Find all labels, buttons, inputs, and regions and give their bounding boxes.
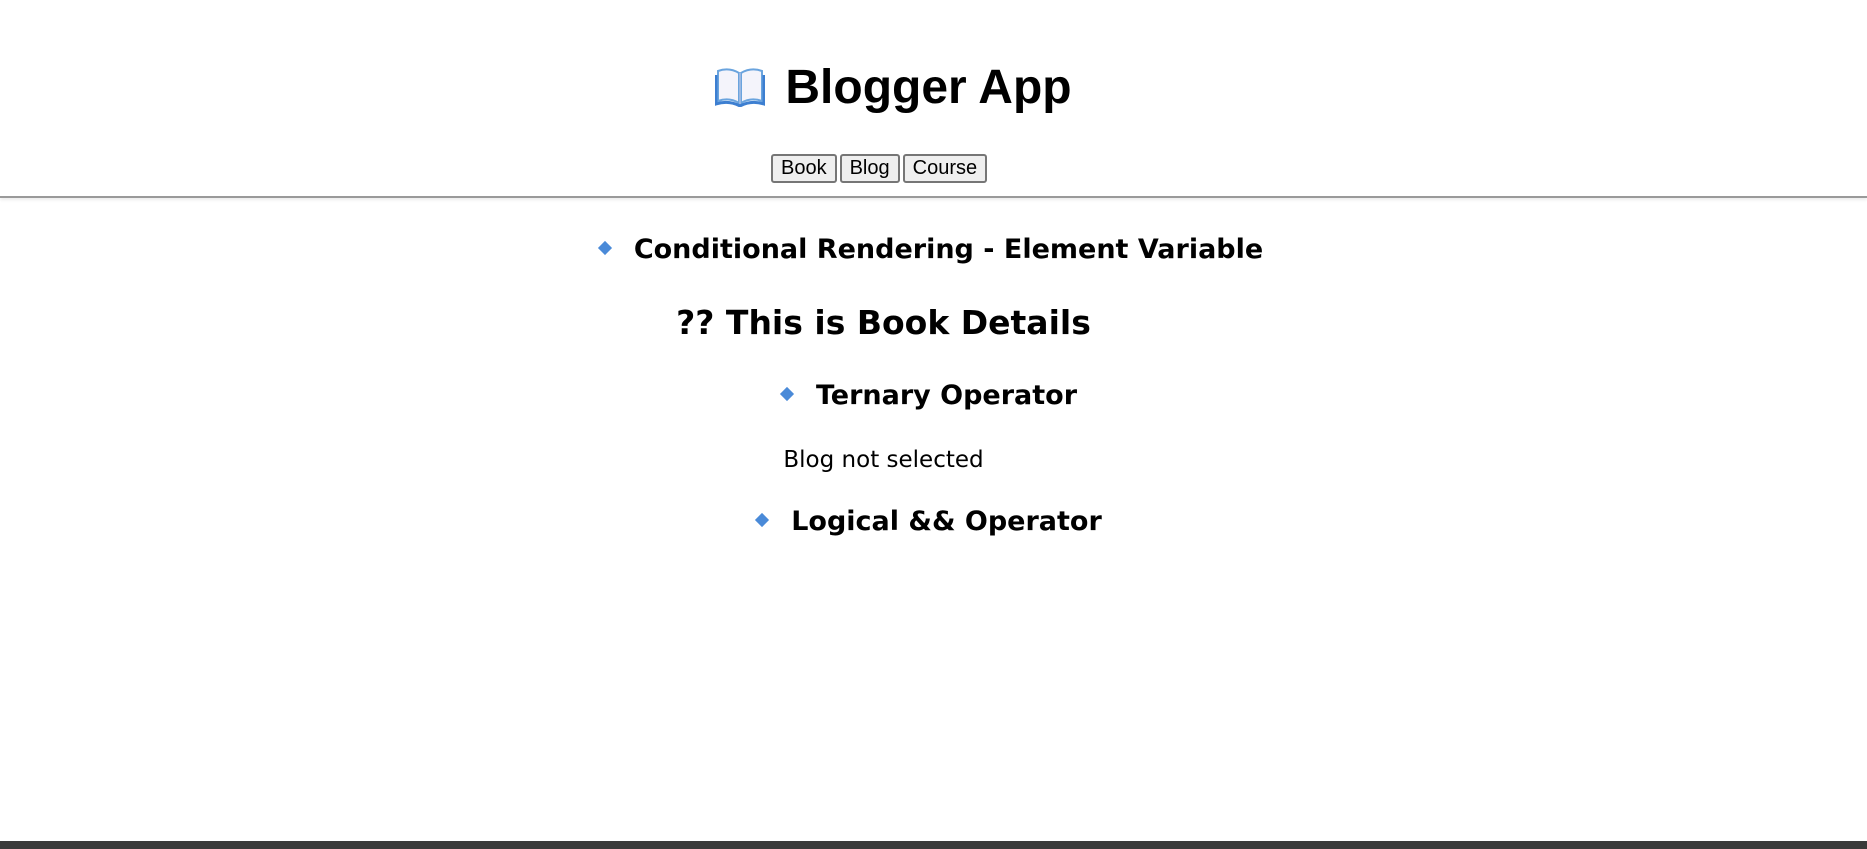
logical-operator-heading-text: Logical && Operator xyxy=(791,506,1102,537)
course-button[interactable]: Course xyxy=(902,154,988,183)
diamond-bullet-icon xyxy=(755,512,770,528)
element-variable-heading: Conditional Rendering - Element Variable xyxy=(0,233,1865,267)
diamond-bullet-icon xyxy=(597,240,612,256)
app-title: Blogger App xyxy=(0,58,1787,118)
nav-buttons: Book Blog Course xyxy=(771,154,988,183)
bottom-bar xyxy=(0,841,1867,849)
ternary-heading-text: Ternary Operator xyxy=(815,380,1078,411)
open-book-icon xyxy=(715,68,766,107)
book-details-heading: ?? This is Book Details xyxy=(676,303,1091,342)
app-title-text: Blogger App xyxy=(785,61,1072,114)
book-button[interactable]: Book xyxy=(771,154,837,183)
diamond-bullet-icon xyxy=(779,386,795,402)
element-variable-heading-text: Conditional Rendering - Element Variable xyxy=(633,234,1264,265)
page: Blogger App Book Blog Course Conditional… xyxy=(0,0,1867,849)
blog-button[interactable]: Blog xyxy=(839,154,900,183)
ternary-heading: Ternary Operator xyxy=(0,379,1863,413)
app-header: Blogger App Book Blog Course xyxy=(0,0,1867,198)
blog-status-text: Blog not selected xyxy=(783,447,984,473)
logical-operator-heading: Logical && Operator xyxy=(0,505,1863,539)
